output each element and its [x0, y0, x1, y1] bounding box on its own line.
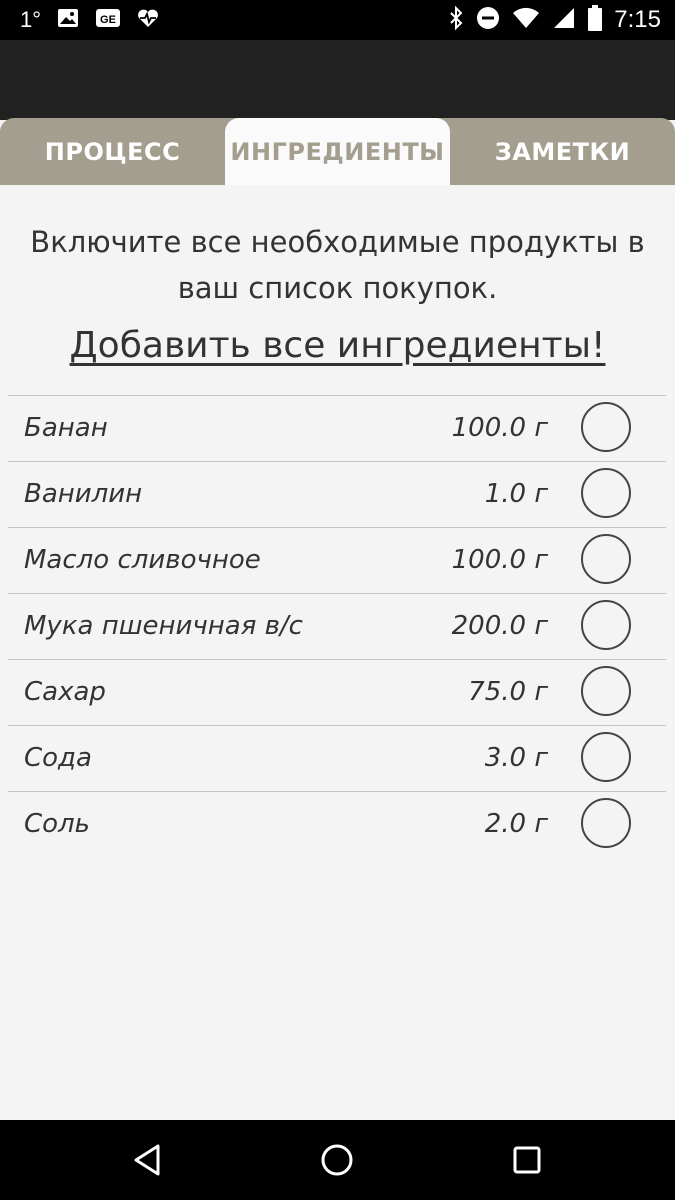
ingredient-amount: 100.0 г — [451, 413, 548, 443]
ingredient-name: Ванилин — [24, 479, 143, 509]
ingredient-checkbox[interactable] — [581, 798, 631, 848]
navigation-bar — [0, 1120, 675, 1200]
ingredient-checkbox[interactable] — [581, 600, 631, 650]
ingredient-name: Соль — [24, 809, 91, 839]
ingredient-amount: 100.0 г — [451, 545, 548, 575]
ingredient-name: Банан — [24, 413, 108, 443]
ingredient-amount: 200.0 г — [451, 611, 548, 641]
ingredient-amount: 3.0 г — [484, 743, 548, 773]
tab-process[interactable]: ПРОЦЕСС — [0, 118, 225, 185]
tab-ingredients[interactable]: ИНГРЕДИЕНТЫ — [225, 118, 450, 185]
ingredient-list: Банан 100.0 г Ванилин 1.0 г Масло сливоч… — [8, 395, 666, 857]
image-icon — [57, 8, 79, 32]
clock-text: 7:15 — [614, 6, 661, 33]
ingredients-panel: Включите все необходимые продукты в ваш … — [0, 185, 675, 1120]
heart-pulse-icon — [137, 8, 159, 32]
ingredient-checkbox[interactable] — [581, 534, 631, 584]
ingredient-name: Сода — [24, 743, 92, 773]
ingredient-amount: 1.0 г — [484, 479, 548, 509]
ingredient-name: Масло сливочное — [24, 545, 261, 575]
ingredient-row: Масло сливочное 100.0 г — [8, 527, 666, 593]
ingredient-checkbox[interactable] — [581, 732, 631, 782]
ingredient-row: Мука пшеничная в/с 200.0 г — [8, 593, 666, 659]
home-icon[interactable] — [317, 1140, 357, 1180]
intro-text: Включите все необходимые продукты в ваш … — [30, 225, 645, 305]
ingredient-row: Сода 3.0 г — [8, 725, 666, 791]
wifi-icon — [512, 7, 540, 33]
ingredient-checkbox[interactable] — [581, 468, 631, 518]
add-all-ingredients-link[interactable]: Добавить все ингредиенты! — [0, 325, 675, 366]
ingredient-amount: 75.0 г — [468, 677, 548, 707]
back-icon[interactable] — [128, 1140, 168, 1180]
ingredient-row: Ванилин 1.0 г — [8, 461, 666, 527]
tab-bar: ПРОЦЕСС ИНГРЕДИЕНТЫ ЗАМЕТКИ — [0, 118, 675, 185]
ingredient-row: Соль 2.0 г — [8, 791, 666, 857]
status-bar: 1° GE 7:15 — [0, 0, 675, 40]
recents-icon[interactable] — [507, 1140, 547, 1180]
tab-notes[interactable]: ЗАМЕТКИ — [450, 118, 675, 185]
svg-text:GE: GE — [100, 14, 116, 26]
ingredient-name: Мука пшеничная в/с — [24, 611, 303, 641]
app-bar — [0, 40, 675, 120]
ge-icon: GE — [95, 8, 121, 32]
ingredient-row: Банан 100.0 г — [8, 395, 666, 461]
bluetooth-icon — [448, 5, 464, 34]
ingredient-row: Сахар 75.0 г — [8, 659, 666, 725]
ingredient-checkbox[interactable] — [581, 402, 631, 452]
battery-icon — [588, 5, 603, 35]
ingredient-checkbox[interactable] — [581, 666, 631, 716]
ingredient-amount: 2.0 г — [484, 809, 548, 839]
do-not-disturb-icon — [476, 6, 500, 34]
temperature-text: 1° — [20, 7, 42, 32]
signal-icon — [552, 6, 576, 34]
ingredient-name: Сахар — [24, 677, 106, 707]
